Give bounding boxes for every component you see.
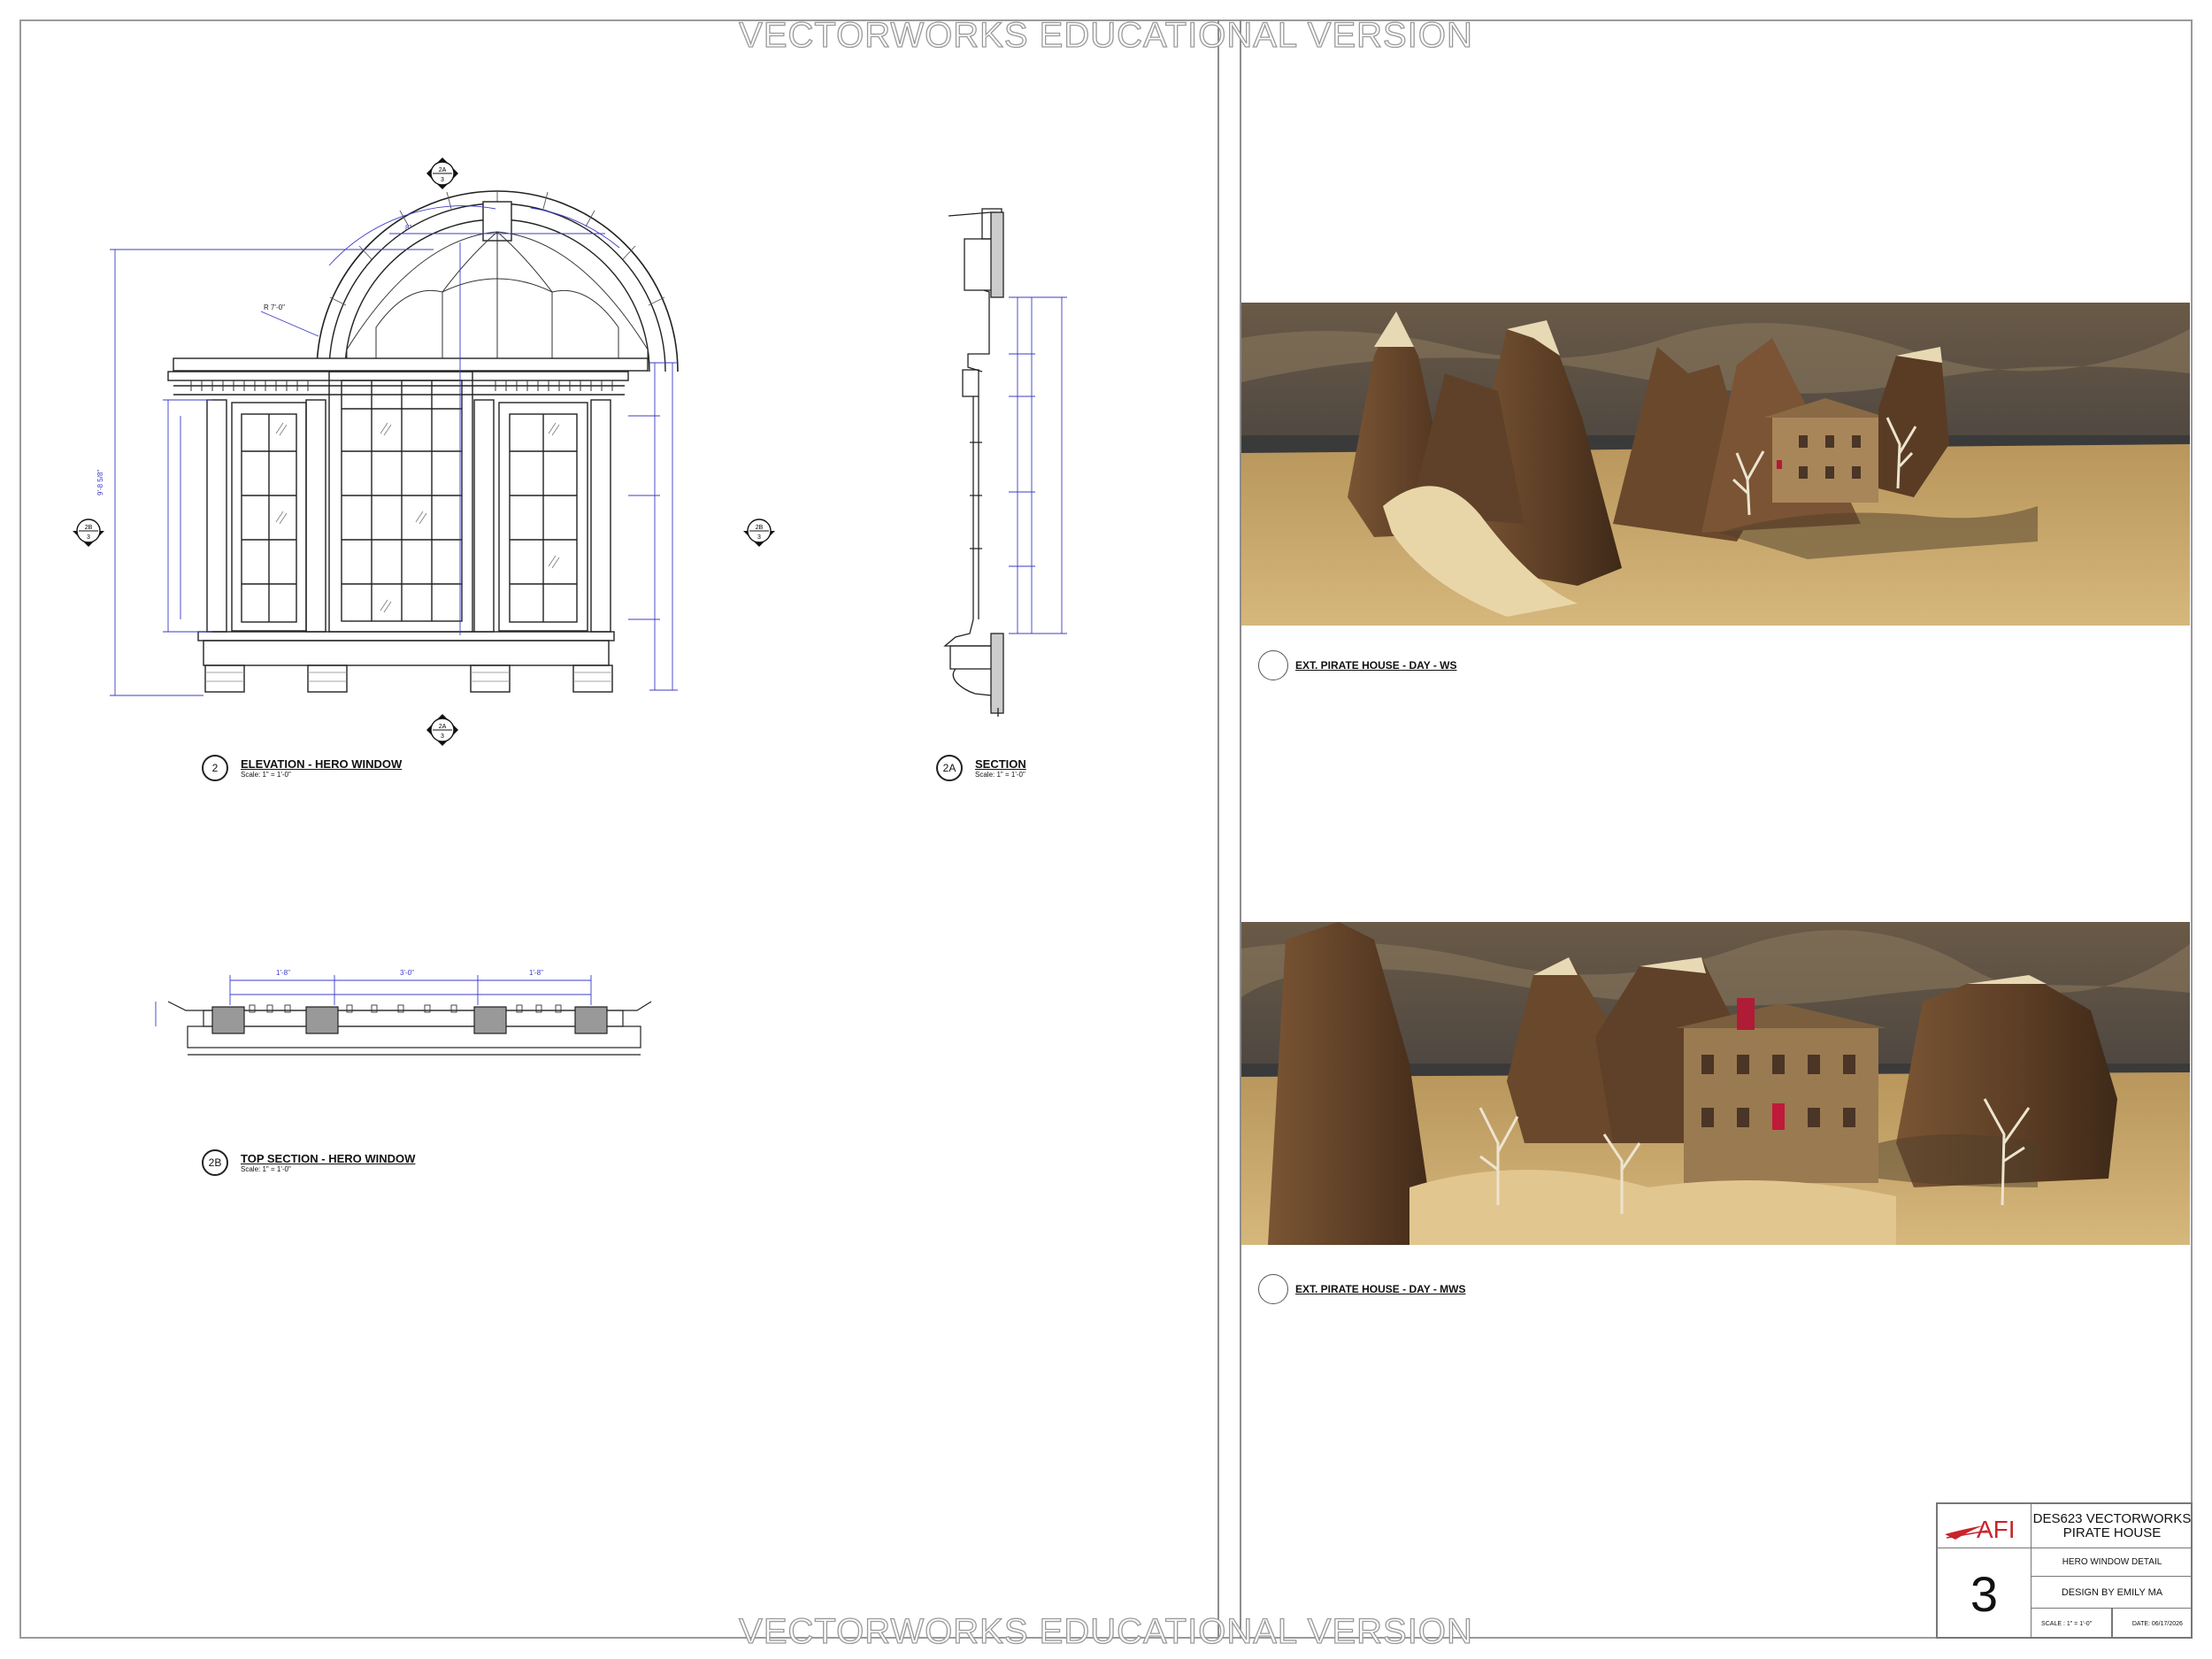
designer-credit: DESIGN BY EMILY MA	[2032, 1577, 2193, 1609]
title-block-date: DATE: 06/17/2026	[2131, 1620, 2183, 1627]
section-label: 2A SECTION Scale: 1" = 1'-0"	[936, 755, 1026, 781]
top-section-label: 2B TOP SECTION - HERO WINDOW Scale: 1" =…	[202, 1149, 415, 1176]
sheet-title: HERO WINDOW DETAIL	[2032, 1548, 2193, 1577]
top-cut-marker-left-sheet: 3	[87, 534, 90, 541]
elevation-label-title: ELEVATION - HERO WINDOW	[241, 757, 403, 771]
section-label-scale: Scale: 1" = 1'-0"	[975, 771, 1025, 779]
dim-arch-width: 8"	[405, 224, 411, 232]
top-section-label-title: TOP SECTION - HERO WINDOW	[241, 1152, 416, 1165]
dim-top-mid: 3'-0"	[400, 969, 414, 977]
elevation-label-scale: Scale: 1" = 1'-0"	[241, 771, 291, 779]
sheet-divider-right	[1240, 19, 1241, 1639]
dim-overall-height: 9'-8 5/8"	[96, 470, 104, 495]
dim-arch-radius: R 7'-0"	[264, 303, 285, 311]
afi-logo: AFI	[1938, 1504, 2032, 1548]
project-line-2: PIRATE HOUSE	[2062, 1525, 2162, 1540]
project-line-1: DES623 VECTORWORKS	[2032, 1510, 2192, 1526]
render-image-ws	[1241, 303, 2190, 626]
sheet-number: 3	[1938, 1548, 2032, 1639]
render-label-ws-circle	[1258, 650, 1288, 680]
section-marker-top-label: 2A	[439, 167, 447, 173]
elevation-label: 2 ELEVATION - HERO WINDOW Scale: 1" = 1'…	[202, 755, 402, 781]
top-section-label-number: 2B	[202, 1149, 228, 1176]
section-label-title: SECTION	[975, 757, 1026, 771]
afi-logo-text: AFI	[1977, 1516, 2016, 1543]
section-marker-bottom: 2A 3	[426, 714, 458, 746]
section-drawing	[943, 208, 1004, 717]
section-dimensions	[1009, 296, 1067, 634]
top-section-label-scale: Scale: 1" = 1'-0"	[241, 1165, 291, 1173]
elevation-label-number: 2	[202, 755, 228, 781]
render-label-mws-circle	[1258, 1274, 1288, 1304]
render-label-mws-title: EXT. PIRATE HOUSE - DAY - MWS	[1295, 1283, 1466, 1295]
top-cut-marker-right-label: 2B	[756, 525, 764, 531]
section-marker-bottom-label: 2A	[439, 724, 447, 730]
top-cut-marker-right: 2B 3	[743, 518, 775, 547]
section-marker-top-sheet: 3	[441, 177, 444, 183]
top-section-drawing	[167, 1001, 652, 1056]
top-cut-marker-left-label: 2B	[85, 525, 93, 531]
section-label-number: 2A	[936, 755, 963, 781]
top-cut-marker-right-sheet: 3	[757, 534, 761, 541]
render-image-mws	[1241, 922, 2190, 1245]
section-marker-top: 2A 3	[426, 157, 458, 189]
elevation-drawing	[167, 190, 679, 693]
project-title: DES623 VECTORWORKS PIRATE HOUSE	[2032, 1504, 2193, 1548]
render-label-mws: EXT. PIRATE HOUSE - DAY - MWS	[1258, 1274, 1465, 1304]
render-label-ws: EXT. PIRATE HOUSE - DAY - WS	[1258, 650, 1456, 680]
scale-date-row: SCALE : 1" = 1'-0" DATE: 06/17/2026	[2032, 1609, 2193, 1639]
title-block-scale: SCALE : 1" = 1'-0"	[2041, 1620, 2093, 1627]
section-marker-bottom-sheet: 3	[441, 733, 444, 740]
dim-top-right: 1'-8"	[529, 969, 543, 977]
top-cut-marker-left: 2B 3	[73, 518, 104, 547]
title-block: AFI 3 DES623 VECTORWORKS PIRATE HOUSE HE…	[1936, 1502, 2193, 1639]
technical-drawings: 9'-8 5/8" 8" R 7'-0" 2A 3 2A 3 2B 3 2B 3	[73, 157, 1067, 1056]
render-label-ws-title: EXT. PIRATE HOUSE - DAY - WS	[1295, 659, 1457, 672]
dim-top-left: 1'-8"	[276, 969, 290, 977]
